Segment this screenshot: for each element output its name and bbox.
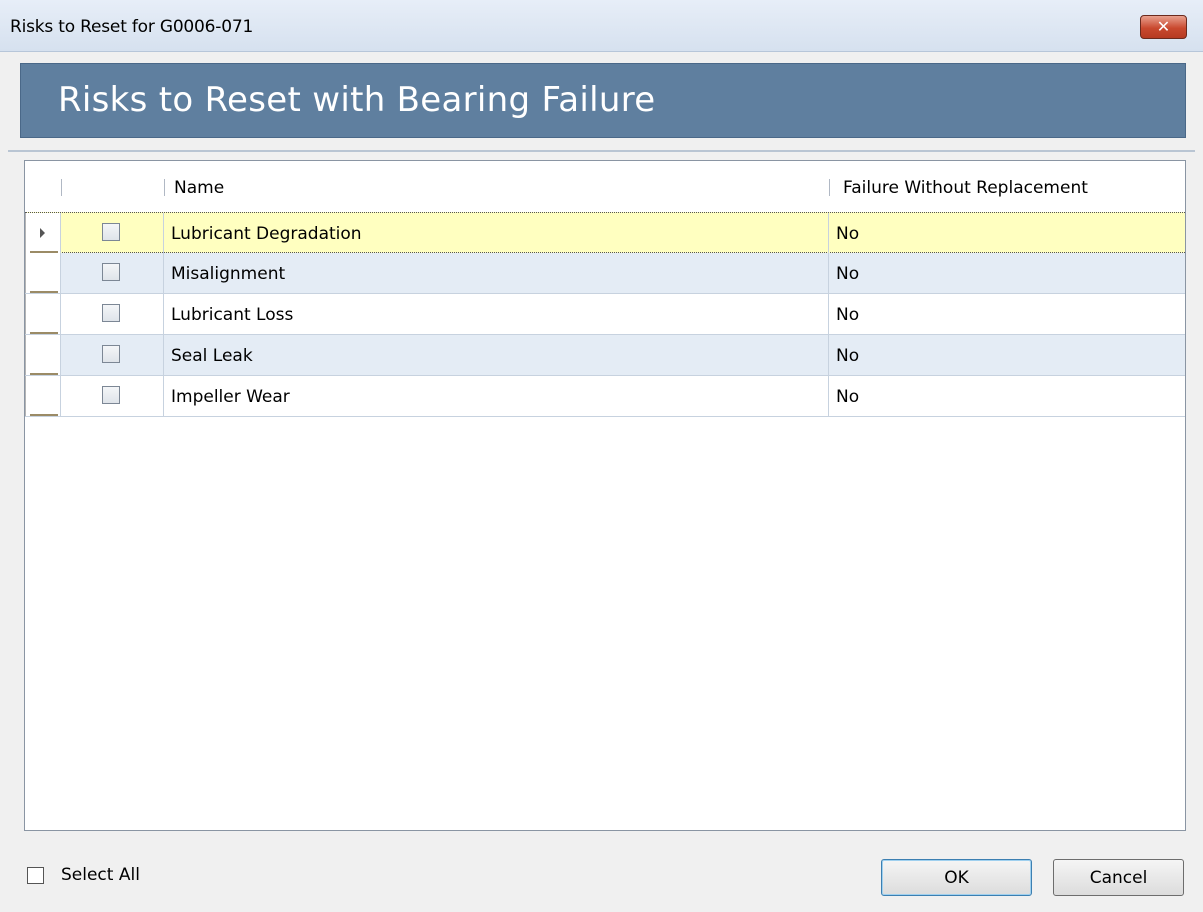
page-title: Risks to Reset with Bearing Failure <box>58 80 656 120</box>
risk-name: Impeller Wear <box>171 387 290 407</box>
select-all-checkbox[interactable] <box>27 867 44 884</box>
row-header-tick <box>30 291 58 293</box>
header-banner: Risks to Reset with Bearing Failure <box>20 63 1186 138</box>
table-row[interactable]: Impeller Wear No <box>25 376 1185 417</box>
failure-value: No <box>836 264 860 284</box>
row-header[interactable] <box>25 376 61 416</box>
name-column-label: Name <box>174 178 225 198</box>
name-column-header[interactable]: Name <box>164 161 829 212</box>
row-checkbox[interactable] <box>102 263 120 281</box>
failure-cell[interactable]: No <box>829 213 1185 253</box>
title-bar: Risks to Reset for G0006-071 ✕ <box>0 0 1203 52</box>
ok-button[interactable]: OK <box>881 859 1032 896</box>
checkbox-cell <box>61 253 164 293</box>
column-separator <box>829 179 830 196</box>
row-header[interactable] <box>25 294 61 334</box>
failure-cell[interactable]: No <box>829 294 1185 334</box>
failure-value: No <box>836 224 860 244</box>
column-separator <box>61 179 62 196</box>
table-row[interactable]: Seal Leak No <box>25 335 1185 376</box>
row-header-column <box>25 161 61 212</box>
name-cell[interactable]: Seal Leak <box>164 335 829 375</box>
close-button[interactable]: ✕ <box>1140 15 1187 39</box>
table-row[interactable]: Misalignment No <box>25 253 1185 294</box>
row-header-tick <box>30 373 58 375</box>
risks-grid: Name Failure Without Replacement Lubrica… <box>24 160 1186 831</box>
risk-name: Lubricant Degradation <box>171 224 362 244</box>
risk-name: Seal Leak <box>171 346 253 366</box>
row-header[interactable] <box>25 335 61 375</box>
risk-name: Misalignment <box>171 264 286 284</box>
window-title: Risks to Reset for G0006-071 <box>10 17 254 37</box>
checkbox-cell <box>61 213 164 253</box>
current-row-arrow-icon <box>40 228 45 238</box>
failure-cell[interactable]: No <box>829 253 1185 293</box>
risk-name: Lubricant Loss <box>171 305 294 325</box>
close-icon: ✕ <box>1156 17 1171 36</box>
table-row[interactable]: Lubricant Loss No <box>25 294 1185 335</box>
row-header-tick <box>30 414 58 416</box>
checkbox-cell <box>61 294 164 334</box>
row-checkbox[interactable] <box>102 345 120 363</box>
name-cell[interactable]: Impeller Wear <box>164 376 829 416</box>
failure-cell[interactable]: No <box>829 376 1185 416</box>
name-cell[interactable]: Misalignment <box>164 253 829 293</box>
row-header[interactable] <box>25 213 61 253</box>
row-checkbox[interactable] <box>102 223 120 241</box>
cancel-button[interactable]: Cancel <box>1053 859 1184 896</box>
row-checkbox[interactable] <box>102 386 120 404</box>
column-separator <box>164 179 165 196</box>
divider <box>8 150 1195 152</box>
row-checkbox[interactable] <box>102 304 120 322</box>
checkbox-cell <box>61 376 164 416</box>
checkbox-cell <box>61 335 164 375</box>
row-header[interactable] <box>25 253 61 293</box>
failure-column-label: Failure Without Replacement <box>843 178 1088 198</box>
grid-header: Name Failure Without Replacement <box>25 161 1185 213</box>
failure-value: No <box>836 387 860 407</box>
name-cell[interactable]: Lubricant Loss <box>164 294 829 334</box>
select-all-label[interactable]: Select All <box>61 865 140 885</box>
failure-value: No <box>836 305 860 325</box>
failure-value: No <box>836 346 860 366</box>
row-header-tick <box>30 332 58 334</box>
table-row[interactable]: Lubricant Degradation No <box>25 212 1185 253</box>
name-cell[interactable]: Lubricant Degradation <box>164 213 829 253</box>
failure-column-header[interactable]: Failure Without Replacement <box>829 161 1185 212</box>
checkbox-column-header[interactable] <box>61 161 164 212</box>
failure-cell[interactable]: No <box>829 335 1185 375</box>
